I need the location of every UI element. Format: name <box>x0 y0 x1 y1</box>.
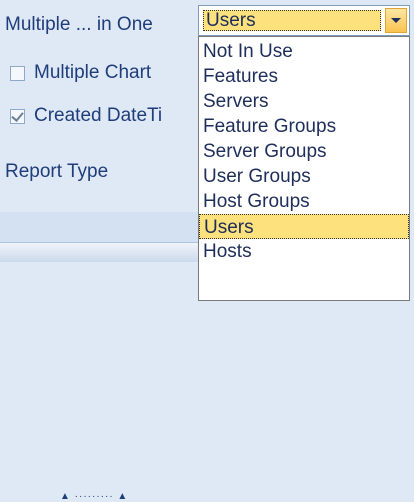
splitter-grip-icon[interactable]: ▲ ········· ▲ <box>60 491 128 502</box>
report-type-label: Report Type <box>5 161 109 182</box>
multiple-in-one-label: Multiple ... in One <box>5 14 153 35</box>
dropdown-option[interactable]: Host Groups <box>199 189 409 214</box>
dropdown-option[interactable]: Feature Groups <box>199 114 409 139</box>
created-datetime-checkbox-row[interactable]: Created DateTi <box>10 105 162 127</box>
dropdown-option[interactable]: Server Groups <box>199 139 409 164</box>
combo-dropdown-list[interactable]: Not In Use Features Servers Feature Grou… <box>198 36 410 301</box>
multiple-chart-checkbox[interactable] <box>10 65 25 81</box>
dropdown-button[interactable] <box>385 8 407 33</box>
multiple-chart-checkbox-row[interactable]: Multiple Chart <box>10 62 151 84</box>
splitter-bar[interactable]: ▲ ········· ▲ <box>0 242 200 502</box>
created-datetime-checkbox[interactable] <box>10 108 25 124</box>
combo-selected-value[interactable]: Users <box>203 10 381 31</box>
dropdown-option[interactable]: User Groups <box>199 164 409 189</box>
dropdown-option[interactable]: Not In Use <box>199 39 409 64</box>
chevron-down-icon <box>391 18 401 23</box>
panel-footer <box>0 262 200 301</box>
dropdown-option-selected[interactable]: Users <box>199 214 409 239</box>
dropdown-option[interactable]: Hosts <box>199 239 409 264</box>
dropdown-option[interactable]: Servers <box>199 89 409 114</box>
multiple-chart-label: Multiple Chart <box>34 62 152 83</box>
created-datetime-label: Created DateTi <box>34 105 163 126</box>
dropdown-option[interactable]: Features <box>199 64 409 89</box>
multiple-in-one-combobox[interactable]: Users <box>198 5 410 36</box>
panel-band <box>0 212 200 242</box>
